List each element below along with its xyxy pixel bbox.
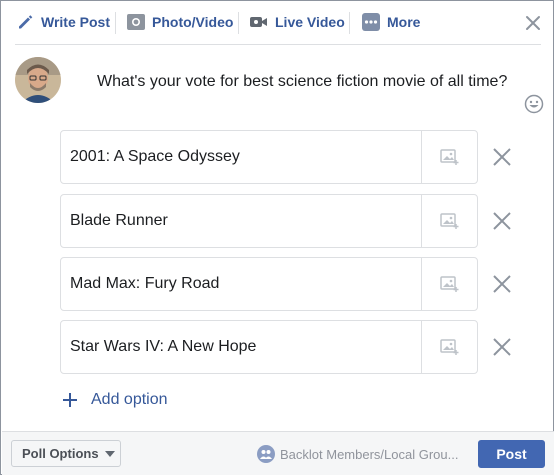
poll-option-input[interactable]: 2001: A Space Odyssey xyxy=(61,131,421,183)
tab-more[interactable]: More xyxy=(361,1,420,43)
composer-tabs: Write Post Photo/Video Live Video More xyxy=(1,1,553,45)
remove-option-icon[interactable] xyxy=(491,336,513,358)
tab-separator xyxy=(238,12,239,34)
more-dots-icon xyxy=(361,12,381,32)
poll-option: Blade Runner xyxy=(60,194,478,248)
tab-live-video-label: Live Video xyxy=(275,14,345,30)
remove-option-icon[interactable] xyxy=(491,210,513,232)
audience-selector[interactable]: Backlot Members/Local Grou... xyxy=(257,441,458,467)
photo-icon xyxy=(126,12,146,32)
remove-option-icon[interactable] xyxy=(491,273,513,295)
poll-option: Star Wars IV: A New Hope xyxy=(60,320,478,374)
post-question-text[interactable]: What's your vote for best science fictio… xyxy=(97,73,507,91)
add-photo-icon[interactable] xyxy=(422,321,477,373)
add-option-button[interactable]: Add option xyxy=(61,389,168,411)
tab-photo-video-label: Photo/Video xyxy=(152,14,234,30)
poll-option-input[interactable]: Blade Runner xyxy=(61,195,421,247)
remove-option-icon[interactable] xyxy=(491,146,513,168)
audience-label: Backlot Members/Local Grou... xyxy=(280,446,459,462)
add-photo-icon[interactable] xyxy=(422,258,477,310)
tab-write-post-label: Write Post xyxy=(41,14,110,30)
tab-separator xyxy=(349,12,350,34)
poll-options-dropdown[interactable]: Poll Options xyxy=(11,440,121,467)
tab-separator xyxy=(115,12,116,34)
poll-option: Mad Max: Fury Road xyxy=(60,257,478,311)
plus-icon xyxy=(61,391,79,409)
add-option-label: Add option xyxy=(91,391,168,408)
tab-photo-video[interactable]: Photo/Video xyxy=(126,1,233,43)
video-camera-icon xyxy=(249,12,269,32)
group-icon xyxy=(257,445,275,463)
avatar[interactable] xyxy=(15,57,61,103)
caret-down-icon xyxy=(104,450,115,457)
poll-option-input[interactable]: Mad Max: Fury Road xyxy=(61,258,421,310)
close-icon[interactable] xyxy=(523,13,543,33)
poll-composer-dialog: Write Post Photo/Video Live Video More W… xyxy=(0,0,554,475)
emoji-icon[interactable] xyxy=(524,94,544,114)
poll-option-input[interactable]: Star Wars IV: A New Hope xyxy=(61,321,421,373)
add-photo-icon[interactable] xyxy=(422,195,477,247)
poll-option: 2001: A Space Odyssey xyxy=(60,130,478,184)
tab-write-post[interactable]: Write Post xyxy=(15,1,110,43)
tab-more-label: More xyxy=(387,14,421,30)
add-photo-icon[interactable] xyxy=(422,131,477,183)
pencil-icon xyxy=(15,12,35,32)
poll-options-label: Poll Options xyxy=(22,446,99,461)
post-button[interactable]: Post xyxy=(478,440,545,468)
tabs-divider xyxy=(15,44,541,45)
tab-live-video[interactable]: Live Video xyxy=(249,1,345,43)
composer-footer: Poll Options Backlot Members/Local Grou.… xyxy=(2,431,554,475)
